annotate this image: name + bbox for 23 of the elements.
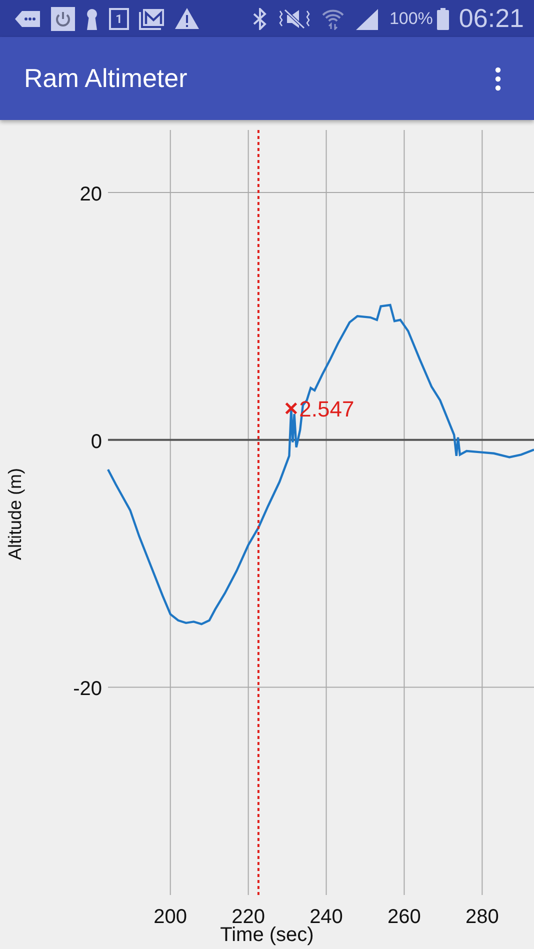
battery-icon xyxy=(436,8,449,30)
signal-icon xyxy=(355,8,380,30)
more-options-icon[interactable] xyxy=(495,66,501,90)
point-marker-icon xyxy=(284,402,298,415)
y-axis-title: Altitude (m) xyxy=(5,468,25,560)
power-icon xyxy=(51,6,75,30)
app-title: Ram Altimeter xyxy=(24,63,188,94)
warning-icon xyxy=(175,8,199,29)
more-notifications-icon xyxy=(15,10,41,28)
battery-percentage: 100% xyxy=(389,8,433,28)
keyhole-icon xyxy=(85,8,99,30)
x-tick-label: 280 xyxy=(465,906,499,928)
calendar-icon: 1 xyxy=(109,8,129,30)
muted-speaker-icon xyxy=(277,8,312,30)
x-tick-label: 260 xyxy=(388,906,421,928)
y-tick-label: 20 xyxy=(80,183,102,206)
y-tick-label: -20 xyxy=(73,678,102,700)
wifi-icon xyxy=(321,8,346,30)
mail-icon xyxy=(139,8,165,30)
clock: 06:21 xyxy=(458,3,524,34)
y-tick-label: 0 xyxy=(90,430,102,453)
x-tick-label: 200 xyxy=(154,906,188,928)
bluetooth-icon xyxy=(253,8,268,30)
